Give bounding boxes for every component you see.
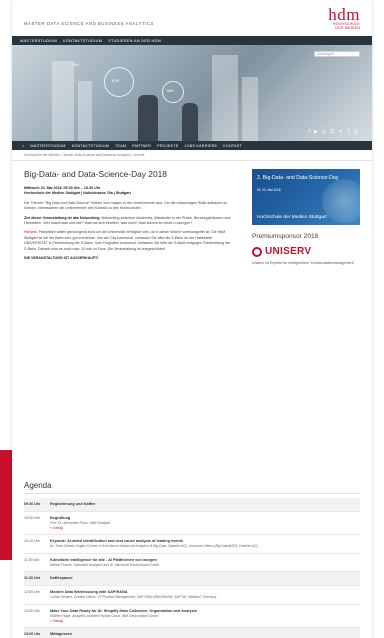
hero-percent-label: 18% <box>72 63 80 67</box>
mainnav-projekte[interactable]: Projekte <box>157 144 178 148</box>
search-input[interactable]: Suchbegriff <box>314 51 360 57</box>
mainnav-kontaktstudium[interactable]: Kontaktstudium <box>72 144 109 148</box>
agenda-description: Künstliche Intelligence für alle - AI Pl… <box>50 558 360 568</box>
agenda-section: Agenda 09:30 Uhr Registrierung und Kaffee… <box>24 481 360 638</box>
uniserv-ring-icon <box>252 246 262 257</box>
main-navigation: ⌂ Masterstudium Kontaktstudium Team Part… <box>12 141 372 150</box>
facebook-icon[interactable]: f <box>309 129 310 135</box>
agenda-time: 10:10 Uhr <box>24 539 40 544</box>
youtube-icon[interactable]: ▶ <box>314 129 318 135</box>
topnav-studieren[interactable]: Studieren an der HdM <box>108 39 161 43</box>
agenda-time: 13:00 Uhr <box>24 632 41 637</box>
agenda-title: Mittagessen <box>50 632 72 637</box>
hero-image: 61% 88% 18% Suchbegriff f ▶ ◎ ☰ ✕ T ⎙ <box>12 45 372 141</box>
hero-building <box>78 81 92 141</box>
banner-date: Mi. 23. Mai 2018 <box>257 188 281 192</box>
agenda-heading: Agenda <box>24 481 360 494</box>
event-banner[interactable]: 2. Big-Data- and Data-Science-Day Mi. 23… <box>252 169 360 225</box>
agenda-time: 11:30 Uhr <box>24 576 41 581</box>
hero-building <box>242 77 258 141</box>
site-title: Master Data Science and Business Analyti… <box>24 21 154 26</box>
agenda-time: 09:30 Uhr <box>24 502 41 506</box>
agenda-description: Mittagessen <box>50 632 360 637</box>
topnav-kontaktstudium[interactable]: Kontaktstudium <box>63 39 102 43</box>
hero-building <box>52 61 74 141</box>
agenda-row: 11:00 Uhr Künstliche Intelligence für all… <box>24 554 360 573</box>
rss-icon[interactable]: ☰ <box>330 129 334 135</box>
print-icon[interactable]: ⎙ <box>354 129 358 135</box>
agenda-description: Make Your Data Ready for AI: Simplify Da… <box>50 609 360 623</box>
instagram-icon[interactable]: ◎ <box>322 129 326 135</box>
hero-building <box>212 55 238 141</box>
agenda-description: Modern Data Warehousing with SAP/HANA Lot… <box>50 590 360 600</box>
home-icon[interactable]: ⌂ <box>22 144 24 148</box>
hero-percent-label: 88% <box>167 89 175 93</box>
hint-label: Hinweis: <box>24 230 38 235</box>
agenda-row: 10:00 Uhr Begrüßung Prof. Dr. Alexander Ro… <box>24 512 360 536</box>
uniserv-logo[interactable]: UNISERV <box>252 246 360 257</box>
sponsor-text: Uniserv ist Experte für erfolgreiches "K… <box>252 261 356 265</box>
agenda-row: 12:00 Uhr Modern Data Warehousing with SA… <box>24 586 360 605</box>
hero-person <box>138 95 158 141</box>
topnav-masterstudium[interactable]: Masterstudium <box>20 39 57 43</box>
site-header: Master Data Science and Business Analyti… <box>12 0 372 36</box>
social-icons: f ▶ ◎ ☰ ✕ T ⎙ <box>305 129 358 135</box>
event-location: Hochschule der Medien Stuttgart | Nobels… <box>24 191 131 196</box>
mainnav-kontakt[interactable]: Kontakt <box>223 144 242 148</box>
event-intro: Die Themen "Big Data und Data Science" b… <box>24 200 228 211</box>
event-date: Mittwoch 23. Mai 2018, 09:30 Uhr – 18:30… <box>24 186 101 190</box>
hint-text: Parkplätze wiillen genutzigend rund um d… <box>24 230 231 251</box>
agenda-time: 12:00 Uhr <box>24 590 40 595</box>
sponsor-heading: Premiumsponsor 2018 <box>252 233 319 240</box>
event-details: Big-Data- and Data-Science-Day 2018 Mitt… <box>24 169 232 265</box>
mainnav-masterstudium[interactable]: Masterstudium <box>30 144 65 148</box>
agenda-description: Registrierung und Kaffee <box>50 502 360 507</box>
xing-icon[interactable]: ✕ <box>339 129 343 135</box>
top-navigation: Masterstudium Kontaktstudium Studieren a… <box>12 36 372 45</box>
mainnav-jobs[interactable]: Jobs Karriere <box>185 144 218 148</box>
agenda-speaker: Marcel Franke, Specialist Analytics and … <box>50 562 160 567</box>
mainnav-team[interactable]: Team <box>115 144 126 148</box>
agenda-row: 12:30 Uhr Make Your Data Ready for AI: Si… <box>24 605 360 629</box>
event-goal-bold: Ziel dieser Veranstaltung ist das Networ… <box>24 215 101 220</box>
logo-mark: hdm <box>328 5 360 24</box>
soldout-notice: DIE VERANSTALTUNG IST AUSVERKAUFT! <box>24 256 99 261</box>
agenda-list: 09:30 Uhr Registrierung und Kaffee 10:00 U… <box>24 498 360 638</box>
agenda-row: 09:30 Uhr Registrierung und Kaffee <box>24 498 360 512</box>
hero-percent-label: 61% <box>112 79 120 83</box>
agenda-row: 10:10 Uhr Keynote: AI-aided identificatio… <box>24 535 360 554</box>
banner-title: 2. Big-Data- and Data-Science-Day <box>257 175 339 181</box>
agenda-row: 13:00 Uhr Mittagessen <box>24 628 360 638</box>
agenda-vortrag-link[interactable]: » Vortrag <box>50 526 360 531</box>
agenda-speaker: Dr. Sven-Dennis Kugler (Center of Excell… <box>50 544 258 549</box>
agenda-row: 11:30 Uhr Kaffeepause <box>24 572 360 587</box>
page-title: Big-Data- and Data-Science-Day 2018 <box>24 169 167 179</box>
breadcrumb[interactable]: Hochschule der Medien > Master Data Scie… <box>12 150 372 161</box>
hero-person <box>182 103 198 141</box>
agenda-title: Kaffeepause <box>50 576 73 581</box>
agenda-time: 12:30 Uhr <box>24 608 40 613</box>
uniserv-name: UNISERV <box>265 246 312 257</box>
banner-host: Hochschule der Medien Stuttgart <box>257 215 327 220</box>
side-accent-bar <box>0 450 12 560</box>
agenda-vortrag-link[interactable]: » Vortrag <box>50 619 360 624</box>
agenda-time: 11:00 Uhr <box>24 557 40 562</box>
agenda-description: Kaffeepause <box>50 576 360 581</box>
sidebar: 2. Big-Data- and Data-Science-Day Mi. 23… <box>252 169 360 266</box>
agenda-title: Registrierung und Kaffee <box>50 502 96 506</box>
logo-sub-2: DER MEDIEN <box>335 26 360 30</box>
text-size-icon[interactable]: T <box>347 129 350 135</box>
agenda-description: Begrüßung Prof. Dr. Alexander Roos, HdM S… <box>50 516 360 530</box>
agenda-time: 10:00 Uhr <box>24 516 40 520</box>
page-frame: Master Data Science and Business Analyti… <box>12 0 372 638</box>
agenda-speaker: Lothar Henkes, Gordon Witzel, VP Product… <box>50 595 217 600</box>
agenda-description: Keynote: AI-aided identification and roo… <box>50 539 360 549</box>
banner-glow <box>322 179 360 223</box>
hdm-logo[interactable]: hdm HOCHSCHULE DER MEDIEN <box>328 5 360 30</box>
mainnav-partner[interactable]: Partner <box>132 144 151 148</box>
